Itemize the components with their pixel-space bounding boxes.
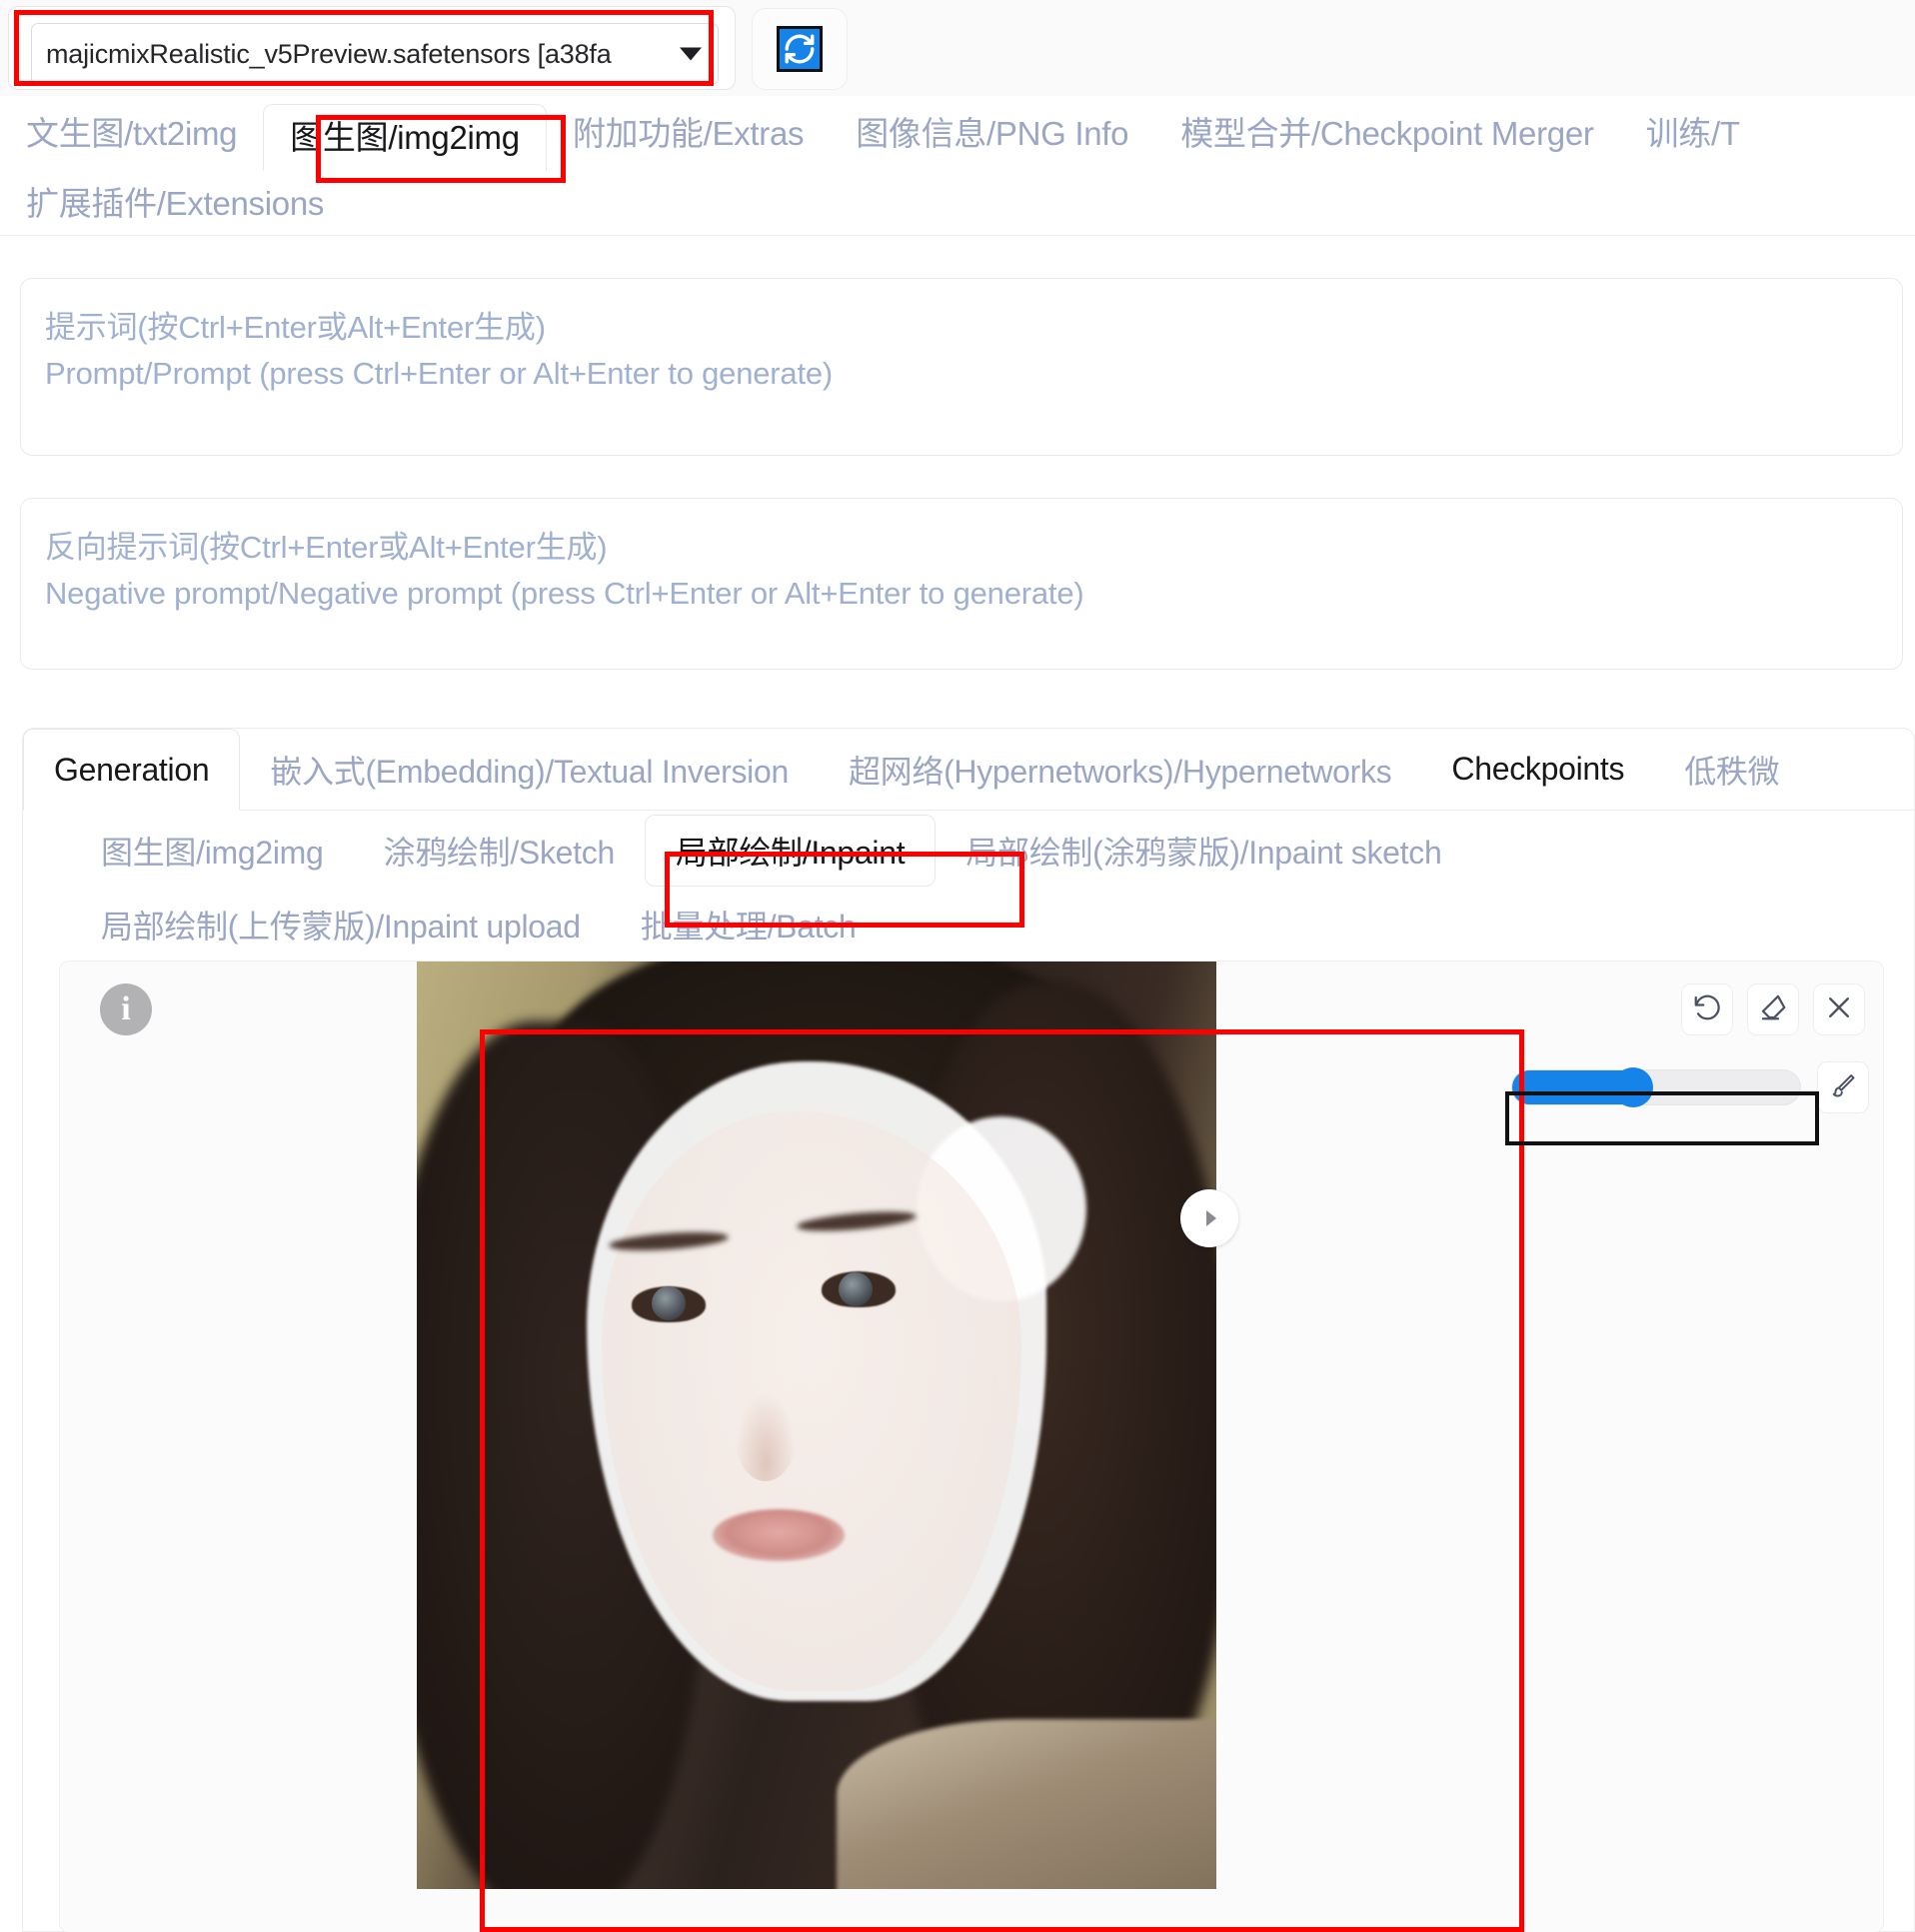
next-image-button[interactable] xyxy=(1180,1189,1238,1247)
sub-tab-inpaint-sketch[interactable]: 局部绘制(涂鸦蒙版)/Inpaint sketch xyxy=(936,828,1471,874)
inpaint-canvas[interactable] xyxy=(417,962,1238,1889)
undo-icon xyxy=(1692,992,1722,1027)
prompt-placeholder-cn: 提示词(按Ctrl+Enter或Alt+Enter生成) xyxy=(45,310,546,345)
main-tab-row-1: 文生图/txt2img 图生图/img2img 附加功能/Extras 图像信息… xyxy=(0,96,1766,172)
sub-tab-sketch[interactable]: 涂鸦绘制/Sketch xyxy=(354,828,645,874)
chevron-down-icon[interactable] xyxy=(680,47,702,61)
checkpoint-value: majicmixRealistic_v5Preview.safetensors … xyxy=(46,38,612,69)
tab-checkpoint-merger[interactable]: 模型合并/Checkpoint Merger xyxy=(1154,96,1619,172)
editor-toolbar xyxy=(1681,983,1865,1035)
img2img-sub-tab-bar: 图生图/img2img 涂鸦绘制/Sketch 局部绘制/Inpaint 局部绘… xyxy=(23,811,1914,959)
checkpoint-select[interactable]: majicmixRealistic_v5Preview.safetensors … xyxy=(31,23,719,85)
main-tab-bar: 文生图/txt2img 图生图/img2img 附加功能/Extras 图像信息… xyxy=(0,96,1915,236)
sub-tab-inpaint-upload[interactable]: 局部绘制(上传蒙版)/Inpaint upload xyxy=(71,902,611,948)
tab-hypernetworks[interactable]: 超网络(Hypernetworks)/Hypernetworks xyxy=(819,729,1421,810)
model-selector-container: majicmixRealistic_v5Preview.safetensors … xyxy=(8,6,736,90)
tab-extensions[interactable]: 扩展插件/Extensions xyxy=(0,172,350,236)
chevron-right-icon xyxy=(1205,1210,1216,1226)
image-lips xyxy=(713,1509,845,1561)
eraser-icon xyxy=(1758,992,1788,1027)
undo-button[interactable] xyxy=(1681,983,1733,1035)
main-tab-row-2: 扩展插件/Extensions xyxy=(0,172,350,236)
sub-tab-row-2: 局部绘制(上传蒙版)/Inpaint upload 批量处理/Batch xyxy=(71,891,887,959)
inpaint-image-editor[interactable]: i xyxy=(59,961,1884,1932)
brush-icon xyxy=(1829,1071,1857,1104)
prompt-placeholder-en: Prompt/Prompt (press Ctrl+Enter or Alt+E… xyxy=(45,356,834,391)
tab-img2img[interactable]: 图生图/img2img xyxy=(263,103,547,171)
erase-button[interactable] xyxy=(1747,983,1799,1035)
refresh-checkpoints-button[interactable] xyxy=(752,8,848,90)
tab-generation[interactable]: Generation xyxy=(23,729,241,811)
generation-panel: Generation 嵌入式(Embedding)/Textual Invers… xyxy=(22,728,1915,1932)
negative-prompt-placeholder-cn: 反向提示词(按Ctrl+Enter或Alt+Enter生成) xyxy=(45,530,608,565)
image-shoulder xyxy=(837,1719,1216,1889)
negative-prompt-placeholder-en: Negative prompt/Negative prompt (press C… xyxy=(45,576,1084,611)
tab-textual-inversion[interactable]: 嵌入式(Embedding)/Textual Inversion xyxy=(240,729,819,810)
close-button[interactable] xyxy=(1813,983,1865,1035)
app-root: majicmixRealistic_v5Preview.safetensors … xyxy=(0,0,1915,1932)
brush-button[interactable] xyxy=(1817,1061,1869,1113)
sub-tab-inpaint[interactable]: 局部绘制/Inpaint xyxy=(644,815,937,887)
brush-size-slider[interactable] xyxy=(1511,1067,1801,1107)
info-icon[interactable]: i xyxy=(100,983,152,1035)
sub-tab-row-1: 图生图/img2img 涂鸦绘制/Sketch 局部绘制/Inpaint 局部绘… xyxy=(71,811,1471,891)
negative-prompt-textarea[interactable]: 反向提示词(按Ctrl+Enter或Alt+Enter生成) Negative … xyxy=(20,498,1903,670)
image-iris-right xyxy=(839,1272,873,1306)
image-nose xyxy=(735,1391,797,1481)
source-image[interactable] xyxy=(417,962,1216,1889)
sub-tab-img2img[interactable]: 图生图/img2img xyxy=(71,828,354,874)
tab-train[interactable]: 训练/T xyxy=(1620,96,1766,172)
tab-png-info[interactable]: 图像信息/PNG Info xyxy=(830,96,1154,172)
tab-extras[interactable]: 附加功能/Extras xyxy=(547,96,830,172)
prompt-textarea[interactable]: 提示词(按Ctrl+Enter或Alt+Enter生成) Prompt/Prom… xyxy=(20,278,1903,456)
brush-controls xyxy=(1511,1061,1869,1113)
refresh-icon xyxy=(777,26,823,72)
tab-lora[interactable]: 低秩微 xyxy=(1654,729,1809,810)
top-bar: majicmixRealistic_v5Preview.safetensors … xyxy=(0,0,1915,96)
sub-tab-batch[interactable]: 批量处理/Batch xyxy=(611,902,887,948)
image-iris-left xyxy=(652,1286,686,1320)
brush-size-slider-thumb[interactable] xyxy=(1612,1067,1653,1107)
tab-checkpoints[interactable]: Checkpoints xyxy=(1421,729,1654,810)
tab-txt2img[interactable]: 文生图/txt2img xyxy=(0,96,263,172)
generation-tab-bar: Generation 嵌入式(Embedding)/Textual Invers… xyxy=(23,729,1914,811)
close-icon xyxy=(1824,992,1854,1027)
